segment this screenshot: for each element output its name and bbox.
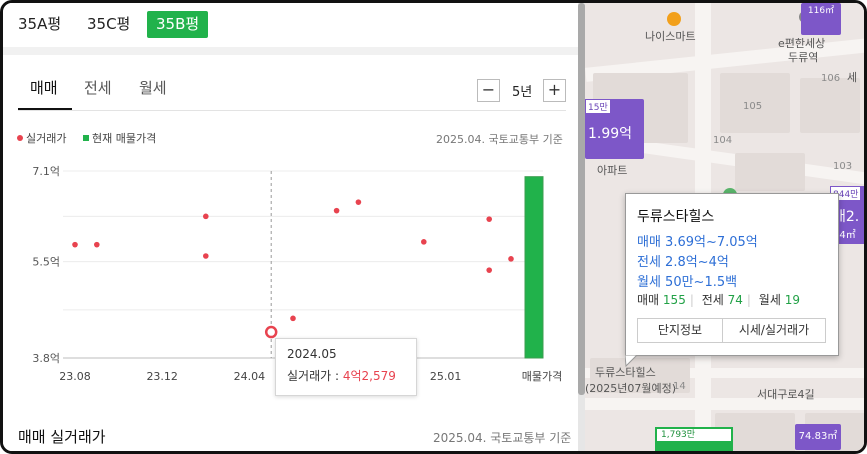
legend-actual: 실거래가	[17, 130, 66, 146]
lot-number: 104	[713, 135, 733, 146]
x-tick-label: 23.08	[59, 370, 91, 383]
popup-monthly-range: 월세 50만~1.5백	[637, 275, 738, 290]
street-name: 서대구로4길	[757, 388, 815, 401]
size-tab-35b[interactable]: 35B평	[147, 11, 209, 38]
popup-listing-counts: 매매 155 | 전세 74 | 월세 19	[637, 293, 800, 307]
red-dot-icon	[17, 135, 23, 141]
y-tick-label: 3.8억	[32, 352, 60, 365]
popup-sale-range: 매매 3.69억~7.05억	[637, 235, 758, 250]
x-tick-label: 23.12	[146, 370, 178, 383]
x-tick-label-listing: 매물가격	[522, 370, 562, 383]
map-road	[585, 398, 864, 410]
highlighted-data-point[interactable]	[264, 325, 278, 339]
complex-info-button[interactable]: 단지정보	[637, 318, 723, 343]
tab-monthly[interactable]: 월세	[139, 77, 167, 98]
period-increase-button[interactable]: +	[543, 79, 566, 102]
mart-icon[interactable]	[667, 12, 681, 26]
size-tab-35a[interactable]: 35A평	[12, 11, 67, 38]
tooltip-line: 실거래가 : 4억2,579	[287, 367, 396, 384]
data-point[interactable]	[72, 241, 78, 248]
data-basis-note-bottom: 2025.04. 국토교통부 기준	[433, 431, 572, 445]
map-block	[800, 78, 860, 133]
green-square-icon	[83, 135, 89, 141]
count-sale: 155	[662, 293, 686, 307]
price-marker[interactable]: 15만 1.99억	[585, 99, 644, 159]
marker-head: 1,793만	[657, 429, 731, 441]
poi-completion-date: (2025년07월예정)	[585, 382, 677, 395]
count-jeonse-label: 전세	[701, 293, 724, 307]
data-point[interactable]	[290, 315, 296, 322]
legend-current-label: 현재 매물가격	[92, 132, 157, 145]
lot-number: 106	[821, 73, 841, 84]
y-tick-label: 7.1억	[32, 165, 60, 178]
legend-current: 현재 매물가격	[83, 130, 156, 146]
data-point[interactable]	[203, 213, 209, 220]
tab-jeonse[interactable]: 전세	[84, 77, 112, 98]
count-jeonse: 74	[727, 293, 743, 307]
data-point[interactable]	[508, 256, 514, 262]
size-tab-35c[interactable]: 35C평	[81, 11, 136, 38]
count-sale-label: 매매	[637, 293, 660, 307]
period-decrease-button[interactable]: −	[477, 79, 500, 102]
map-block	[735, 153, 805, 191]
tooltip-date: 2024.05	[287, 347, 337, 361]
complex-popup[interactable]: 두류스타힐스 매매 3.69억~7.05억 전세 2.8억~4억 월세 50만~…	[625, 193, 839, 356]
app-window: 35A평 35C평 35B평 매매 전세 월세 − 5년 + 실거래가 현재 매…	[0, 0, 867, 454]
section-title: 매매 실거래가	[18, 428, 106, 446]
tooltip-label: 실거래가 :	[287, 369, 340, 383]
data-point[interactable]	[355, 199, 362, 205]
count-monthly-label: 월세	[758, 293, 781, 307]
data-point[interactable]	[421, 239, 427, 245]
price-marker[interactable]: 74.83㎡	[795, 424, 841, 450]
map-view[interactable]: 나이스마트 e편한세상 두류역 아파트 두류스타힐스 (2025년07월예정) …	[585, 3, 864, 451]
lot-number: 105	[743, 101, 763, 112]
data-basis-note: 2025.04. 국토교통부 기준	[436, 133, 563, 146]
lot-number: 103	[833, 161, 853, 172]
scrollbar-thumb[interactable]	[578, 3, 585, 395]
period-value: 5년	[512, 85, 533, 100]
price-panel: 35A평 35C평 35B평 매매 전세 월세 − 5년 + 실거래가 현재 매…	[3, 3, 585, 451]
marker-head: 15만	[585, 99, 611, 114]
current-listing-bar[interactable]	[524, 176, 544, 359]
section-divider	[3, 47, 581, 55]
count-monthly: 19	[784, 293, 800, 307]
lot-number: 14	[673, 381, 686, 392]
poi-nice-mart[interactable]: 나이스마트	[645, 28, 696, 44]
price-marker[interactable]: 116㎡	[801, 3, 841, 35]
data-point[interactable]	[486, 216, 493, 222]
x-tick-label: 24.04	[234, 370, 266, 383]
chart-tooltip: 2024.05 실거래가 : 4억2,579	[275, 338, 417, 396]
data-point[interactable]	[333, 207, 340, 214]
poi-partial-label: 세	[847, 71, 858, 84]
poi-duryu-station[interactable]: 두류역	[788, 49, 818, 65]
popup-pointer-icon	[625, 355, 638, 367]
marker-price: 1.99억	[588, 126, 633, 142]
y-tick-label: 5.5억	[32, 256, 60, 269]
data-point[interactable]	[203, 253, 209, 259]
popup-jeonse-range: 전세 2.8억~4억	[637, 255, 729, 270]
price-marker-green[interactable]: 1,793만	[655, 427, 733, 451]
data-point[interactable]	[486, 267, 493, 273]
x-tick-label: 25.01	[430, 370, 462, 383]
legend-actual-label: 실거래가	[26, 132, 67, 145]
data-point[interactable]	[94, 241, 100, 248]
price-history-button[interactable]: 시세/실거래가	[722, 318, 826, 343]
poi-apartment: 아파트	[597, 164, 628, 177]
tab-sale[interactable]: 매매	[30, 77, 58, 98]
popup-title[interactable]: 두류스타힐스	[637, 206, 714, 226]
tab-divider	[18, 110, 566, 111]
tooltip-price: 4억2,579	[342, 369, 396, 383]
